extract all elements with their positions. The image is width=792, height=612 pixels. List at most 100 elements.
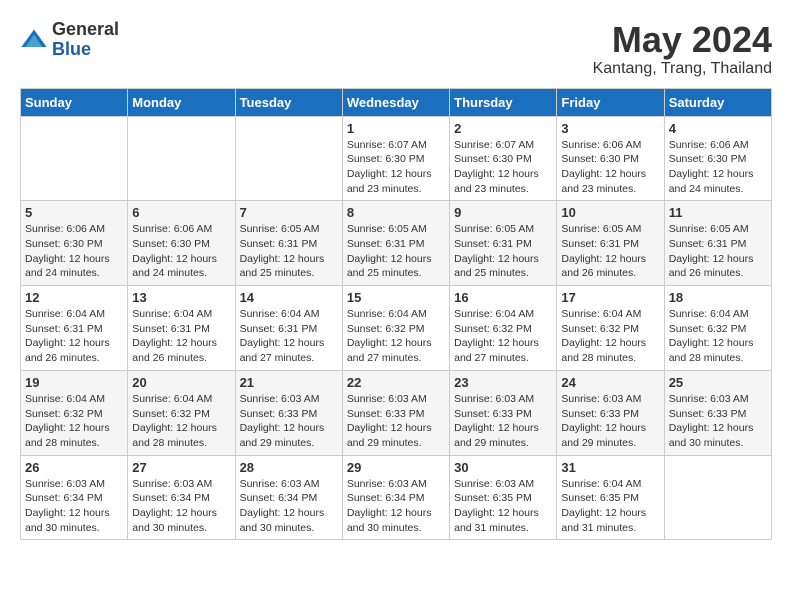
calendar-table: SundayMondayTuesdayWednesdayThursdayFrid… xyxy=(20,88,772,541)
day-number: 23 xyxy=(454,375,552,390)
day-number: 18 xyxy=(669,290,767,305)
day-info: Sunrise: 6:07 AM Sunset: 6:30 PM Dayligh… xyxy=(454,138,552,197)
calendar-week-row: 12Sunrise: 6:04 AM Sunset: 6:31 PM Dayli… xyxy=(21,286,772,371)
day-info: Sunrise: 6:04 AM Sunset: 6:35 PM Dayligh… xyxy=(561,477,659,536)
calendar-cell: 16 Sunrise: 6:04 AM Sunset: 6:32 PM Dayli… xyxy=(450,286,557,371)
calendar-week-row: 26Sunrise: 6:03 AM Sunset: 6:34 PM Dayli… xyxy=(21,455,772,540)
calendar-cell: 6 Sunrise: 6:06 AM Sunset: 6:30 PM Daylig… xyxy=(128,201,235,286)
logo-blue-text: Blue xyxy=(52,40,119,60)
calendar-cell: 20 Sunrise: 6:04 AM Sunset: 6:32 PM Dayli… xyxy=(128,370,235,455)
day-info: Sunrise: 6:03 AM Sunset: 6:34 PM Dayligh… xyxy=(132,477,230,536)
day-number: 13 xyxy=(132,290,230,305)
day-number: 6 xyxy=(132,205,230,220)
day-number: 21 xyxy=(240,375,338,390)
weekday-header-friday: Friday xyxy=(557,88,664,116)
logo-text: General Blue xyxy=(52,20,119,60)
day-info: Sunrise: 6:04 AM Sunset: 6:32 PM Dayligh… xyxy=(25,392,123,451)
calendar-cell xyxy=(128,116,235,201)
day-info: Sunrise: 6:03 AM Sunset: 6:33 PM Dayligh… xyxy=(669,392,767,451)
day-number: 31 xyxy=(561,460,659,475)
logo-icon xyxy=(20,26,48,54)
day-info: Sunrise: 6:03 AM Sunset: 6:33 PM Dayligh… xyxy=(240,392,338,451)
calendar-cell xyxy=(235,116,342,201)
calendar-title: May 2024 xyxy=(593,20,772,60)
calendar-cell: 10Sunrise: 6:05 AM Sunset: 6:31 PM Dayli… xyxy=(557,201,664,286)
day-info: Sunrise: 6:03 AM Sunset: 6:33 PM Dayligh… xyxy=(347,392,445,451)
calendar-cell: 26Sunrise: 6:03 AM Sunset: 6:34 PM Dayli… xyxy=(21,455,128,540)
calendar-cell: 8 Sunrise: 6:05 AM Sunset: 6:31 PM Daylig… xyxy=(342,201,449,286)
weekday-header-tuesday: Tuesday xyxy=(235,88,342,116)
day-number: 7 xyxy=(240,205,338,220)
day-info: Sunrise: 6:06 AM Sunset: 6:30 PM Dayligh… xyxy=(561,138,659,197)
day-info: Sunrise: 6:04 AM Sunset: 6:32 PM Dayligh… xyxy=(132,392,230,451)
calendar-cell: 17 Sunrise: 6:04 AM Sunset: 6:32 PM Dayli… xyxy=(557,286,664,371)
day-info: Sunrise: 6:06 AM Sunset: 6:30 PM Dayligh… xyxy=(25,222,123,281)
day-info: Sunrise: 6:03 AM Sunset: 6:33 PM Dayligh… xyxy=(454,392,552,451)
day-number: 27 xyxy=(132,460,230,475)
calendar-cell: 30Sunrise: 6:03 AM Sunset: 6:35 PM Dayli… xyxy=(450,455,557,540)
day-number: 17 xyxy=(561,290,659,305)
calendar-week-row: 19Sunrise: 6:04 AM Sunset: 6:32 PM Dayli… xyxy=(21,370,772,455)
calendar-cell xyxy=(21,116,128,201)
day-info: Sunrise: 6:04 AM Sunset: 6:31 PM Dayligh… xyxy=(240,307,338,366)
day-info: Sunrise: 6:05 AM Sunset: 6:31 PM Dayligh… xyxy=(347,222,445,281)
weekday-header-wednesday: Wednesday xyxy=(342,88,449,116)
day-info: Sunrise: 6:07 AM Sunset: 6:30 PM Dayligh… xyxy=(347,138,445,197)
day-info: Sunrise: 6:05 AM Sunset: 6:31 PM Dayligh… xyxy=(240,222,338,281)
day-number: 28 xyxy=(240,460,338,475)
day-info: Sunrise: 6:04 AM Sunset: 6:31 PM Dayligh… xyxy=(132,307,230,366)
calendar-cell: 25 Sunrise: 6:03 AM Sunset: 6:33 PM Dayli… xyxy=(664,370,771,455)
logo: General Blue xyxy=(20,20,119,60)
calendar-cell: 7 Sunrise: 6:05 AM Sunset: 6:31 PM Daylig… xyxy=(235,201,342,286)
day-info: Sunrise: 6:03 AM Sunset: 6:34 PM Dayligh… xyxy=(347,477,445,536)
weekday-header-row: SundayMondayTuesdayWednesdayThursdayFrid… xyxy=(21,88,772,116)
day-info: Sunrise: 6:03 AM Sunset: 6:34 PM Dayligh… xyxy=(240,477,338,536)
weekday-header-saturday: Saturday xyxy=(664,88,771,116)
day-info: Sunrise: 6:04 AM Sunset: 6:32 PM Dayligh… xyxy=(561,307,659,366)
day-number: 11 xyxy=(669,205,767,220)
calendar-cell: 1 Sunrise: 6:07 AM Sunset: 6:30 PM Daylig… xyxy=(342,116,449,201)
calendar-cell: 27 Sunrise: 6:03 AM Sunset: 6:34 PM Dayli… xyxy=(128,455,235,540)
calendar-cell: 19Sunrise: 6:04 AM Sunset: 6:32 PM Dayli… xyxy=(21,370,128,455)
calendar-cell: 13 Sunrise: 6:04 AM Sunset: 6:31 PM Dayli… xyxy=(128,286,235,371)
day-number: 3 xyxy=(561,121,659,136)
day-number: 2 xyxy=(454,121,552,136)
weekday-header-monday: Monday xyxy=(128,88,235,116)
day-info: Sunrise: 6:03 AM Sunset: 6:34 PM Dayligh… xyxy=(25,477,123,536)
calendar-cell: 4 Sunrise: 6:06 AM Sunset: 6:30 PM Daylig… xyxy=(664,116,771,201)
day-number: 14 xyxy=(240,290,338,305)
day-number: 5 xyxy=(25,205,123,220)
page-header: General Blue May 2024 Kantang, Trang, Th… xyxy=(20,20,772,78)
calendar-cell: 23 Sunrise: 6:03 AM Sunset: 6:33 PM Dayli… xyxy=(450,370,557,455)
day-number: 8 xyxy=(347,205,445,220)
day-number: 1 xyxy=(347,121,445,136)
day-number: 16 xyxy=(454,290,552,305)
day-info: Sunrise: 6:04 AM Sunset: 6:32 PM Dayligh… xyxy=(669,307,767,366)
day-info: Sunrise: 6:04 AM Sunset: 6:31 PM Dayligh… xyxy=(25,307,123,366)
calendar-cell: 21 Sunrise: 6:03 AM Sunset: 6:33 PM Dayli… xyxy=(235,370,342,455)
day-info: Sunrise: 6:04 AM Sunset: 6:32 PM Dayligh… xyxy=(454,307,552,366)
calendar-cell: 12Sunrise: 6:04 AM Sunset: 6:31 PM Dayli… xyxy=(21,286,128,371)
calendar-cell: 22 Sunrise: 6:03 AM Sunset: 6:33 PM Dayli… xyxy=(342,370,449,455)
calendar-cell: 24Sunrise: 6:03 AM Sunset: 6:33 PM Dayli… xyxy=(557,370,664,455)
day-info: Sunrise: 6:04 AM Sunset: 6:32 PM Dayligh… xyxy=(347,307,445,366)
day-number: 4 xyxy=(669,121,767,136)
calendar-subtitle: Kantang, Trang, Thailand xyxy=(593,60,772,78)
day-number: 15 xyxy=(347,290,445,305)
day-info: Sunrise: 6:06 AM Sunset: 6:30 PM Dayligh… xyxy=(132,222,230,281)
day-info: Sunrise: 6:05 AM Sunset: 6:31 PM Dayligh… xyxy=(454,222,552,281)
day-number: 10 xyxy=(561,205,659,220)
calendar-cell: 29 Sunrise: 6:03 AM Sunset: 6:34 PM Dayli… xyxy=(342,455,449,540)
day-number: 25 xyxy=(669,375,767,390)
day-number: 22 xyxy=(347,375,445,390)
calendar-cell: 18 Sunrise: 6:04 AM Sunset: 6:32 PM Dayli… xyxy=(664,286,771,371)
calendar-cell: 11Sunrise: 6:05 AM Sunset: 6:31 PM Dayli… xyxy=(664,201,771,286)
day-number: 29 xyxy=(347,460,445,475)
day-info: Sunrise: 6:06 AM Sunset: 6:30 PM Dayligh… xyxy=(669,138,767,197)
logo-general: General xyxy=(52,20,119,40)
calendar-cell: 5 Sunrise: 6:06 AM Sunset: 6:30 PM Daylig… xyxy=(21,201,128,286)
calendar-cell: 15 Sunrise: 6:04 AM Sunset: 6:32 PM Dayli… xyxy=(342,286,449,371)
day-number: 20 xyxy=(132,375,230,390)
weekday-header-sunday: Sunday xyxy=(21,88,128,116)
calendar-cell: 14 Sunrise: 6:04 AM Sunset: 6:31 PM Dayli… xyxy=(235,286,342,371)
